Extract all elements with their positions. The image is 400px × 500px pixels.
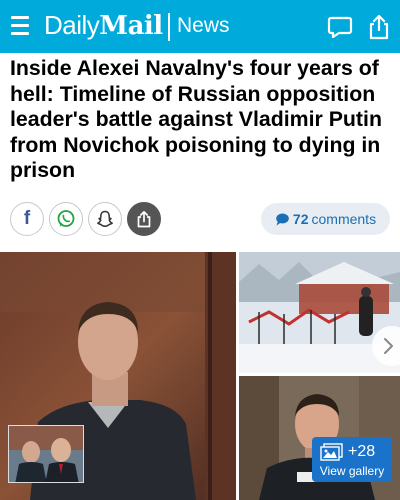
share-more-button[interactable]: [127, 202, 161, 236]
view-gallery-button[interactable]: +28 View gallery: [312, 437, 392, 482]
photo-gallery: +28 View gallery: [0, 252, 400, 500]
comments-label: comments: [311, 211, 377, 227]
snapchat-icon: [97, 210, 113, 227]
share-icon: [137, 210, 151, 228]
chevron-right-icon: [384, 338, 393, 354]
top-navigation-bar: DailyMail News: [0, 0, 400, 53]
daily-mail-logo[interactable]: DailyMail: [44, 10, 163, 42]
comment-icon[interactable]: [327, 14, 353, 40]
photo-stack-icon: [320, 443, 343, 461]
gallery-main-photo[interactable]: [0, 252, 236, 500]
speech-bubble-icon: [276, 213, 289, 225]
snapchat-share-button[interactable]: [88, 202, 122, 236]
facebook-icon: f: [23, 208, 31, 229]
article-headline: Inside Alexei Navalny's four years of he…: [10, 56, 382, 182]
logo-daily-text: Daily: [44, 10, 100, 40]
share-icon[interactable]: [366, 14, 392, 40]
whatsapp-icon: [57, 210, 75, 227]
comments-count: 72: [292, 211, 309, 227]
view-gallery-label: View gallery: [319, 464, 385, 478]
comments-button[interactable]: 72 comments: [261, 203, 390, 235]
logo-mail-text: Mail: [99, 11, 163, 41]
inset-thumbnail[interactable]: [8, 425, 84, 483]
whatsapp-share-button[interactable]: [49, 202, 83, 236]
facebook-share-button[interactable]: f: [10, 202, 44, 236]
header-divider: [168, 13, 170, 41]
menu-icon[interactable]: [11, 16, 29, 36]
gallery-photo-count: +28: [348, 443, 376, 460]
section-name[interactable]: News: [177, 14, 230, 38]
